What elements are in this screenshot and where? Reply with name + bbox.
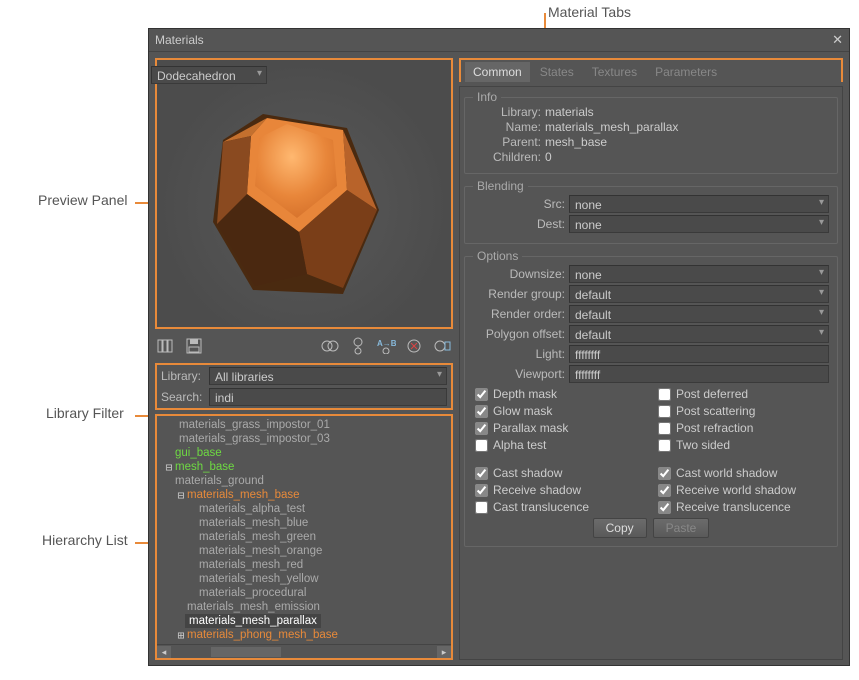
tree-item[interactable]: materials_ground: [157, 474, 451, 488]
info-name: materials_mesh_parallax: [545, 120, 678, 134]
preview-toolbar: A→B: [155, 333, 453, 359]
option-checks-1: Depth mask Post deferred Glow mask Post sca…: [475, 387, 827, 452]
search-input[interactable]: indi: [209, 388, 447, 406]
svg-text:A→B: A→B: [377, 339, 396, 348]
check-receive-translucence[interactable]: Receive translucence: [658, 500, 827, 514]
tab-textures[interactable]: Textures: [584, 62, 645, 82]
tree-item[interactable]: materials_alpha_test: [157, 502, 451, 516]
light-input[interactable]: ffffffff: [569, 345, 829, 363]
assign-icon[interactable]: [431, 335, 453, 357]
tree-item[interactable]: materials_procedural: [157, 586, 451, 600]
check-parallax-mask[interactable]: Parallax mask: [475, 421, 644, 435]
render-group-dropdown[interactable]: default: [569, 285, 829, 303]
materials-window: Materials ✕ Dodecahedron: [148, 28, 850, 666]
check-receive-shadow[interactable]: Receive shadow: [475, 483, 644, 497]
library-filter: Library: All libraries Search: indi: [155, 363, 453, 410]
polygon-offset-dropdown[interactable]: default: [569, 325, 829, 343]
check-alpha-test[interactable]: Alpha test: [475, 438, 644, 452]
viewport-input[interactable]: ffffffff: [569, 365, 829, 383]
blending-title: Blending: [473, 179, 528, 193]
library-label: Library:: [161, 369, 205, 383]
titlebar: Materials ✕: [149, 29, 849, 52]
info-parent: mesh_base: [545, 135, 607, 149]
callout-filter: Library Filter: [46, 405, 124, 421]
paste-button[interactable]: Paste: [653, 518, 710, 538]
tree-item[interactable]: materials_mesh_red: [157, 558, 451, 572]
preview-panel[interactable]: Dodecahedron: [155, 58, 453, 329]
tree-item[interactable]: ⊞materials_phong_mesh_base: [157, 628, 451, 642]
scroll-horizontal[interactable]: ◂ ▸: [157, 644, 451, 658]
tree-item[interactable]: materials_grass_impostor_03: [157, 432, 451, 446]
tree-item[interactable]: materials_mesh_emission: [157, 600, 451, 614]
shape-dropdown[interactable]: Dodecahedron: [151, 66, 267, 84]
info-library: materials: [545, 105, 594, 119]
scroll-left[interactable]: ◂: [157, 646, 171, 658]
tree-item[interactable]: ⊟materials_mesh_base: [157, 488, 451, 502]
check-post-scattering[interactable]: Post scattering: [658, 404, 827, 418]
inherit-icon[interactable]: [347, 335, 369, 357]
scroll-right[interactable]: ▸: [437, 646, 451, 658]
tree-item[interactable]: materials_mesh_green: [157, 530, 451, 544]
tree-item[interactable]: materials_mesh_orange: [157, 544, 451, 558]
check-cast-world-shadow[interactable]: Cast world shadow: [658, 466, 827, 480]
tree-item[interactable]: materials_grass_impostor_01: [157, 418, 451, 432]
window-title: Materials: [155, 33, 204, 47]
check-cast-translucence[interactable]: Cast translucence: [475, 500, 644, 514]
blend-src-dropdown[interactable]: none: [569, 195, 829, 213]
close-button[interactable]: ✕: [832, 32, 843, 48]
render-order-dropdown[interactable]: default: [569, 305, 829, 323]
delete-icon[interactable]: [403, 335, 425, 357]
check-glow-mask[interactable]: Glow mask: [475, 404, 644, 418]
downsize-dropdown[interactable]: none: [569, 265, 829, 283]
check-cast-shadow[interactable]: Cast shadow: [475, 466, 644, 480]
common-panel: Info Library:materials Name:materials_me…: [459, 86, 843, 660]
callout-tabs: Material Tabs: [548, 4, 631, 20]
check-receive-world-shadow[interactable]: Receive world shadow: [658, 483, 827, 497]
callout-preview: Preview Panel: [38, 192, 128, 208]
clone-icon[interactable]: [319, 335, 341, 357]
info-title: Info: [473, 90, 501, 104]
copy-button[interactable]: Copy: [593, 518, 647, 538]
blending-group: Blending Src:none Dest:none: [464, 186, 838, 244]
tab-states[interactable]: States: [532, 62, 582, 82]
tab-common[interactable]: Common: [465, 62, 530, 82]
tree-item[interactable]: gui_base: [157, 446, 451, 460]
tree-item[interactable]: materials_mesh_yellow: [157, 572, 451, 586]
options-group: Options Downsize:none Render group:defau…: [464, 256, 838, 547]
info-children: 0: [545, 150, 552, 164]
callout-hierarchy: Hierarchy List: [42, 532, 128, 548]
check-depth-mask[interactable]: Depth mask: [475, 387, 644, 401]
blend-dest-dropdown[interactable]: none: [569, 215, 829, 233]
info-group: Info Library:materials Name:materials_me…: [464, 97, 838, 174]
check-post-refraction[interactable]: Post refraction: [658, 421, 827, 435]
preview-shape: [193, 100, 413, 320]
tree-item[interactable]: materials_mesh_parallax: [157, 614, 451, 628]
library-icon[interactable]: [155, 335, 177, 357]
option-checks-2: Cast shadow Cast world shadow Receive shad…: [475, 466, 827, 514]
tab-parameters[interactable]: Parameters: [647, 62, 725, 82]
save-icon[interactable]: [183, 335, 205, 357]
hierarchy-panel: materials_grass_impostor_01materials_gra…: [155, 414, 453, 660]
search-label: Search:: [161, 390, 205, 404]
library-dropdown[interactable]: All libraries: [209, 367, 447, 385]
material-tabs: CommonStatesTexturesParameters: [459, 58, 843, 82]
hierarchy-tree[interactable]: materials_grass_impostor_01materials_gra…: [157, 416, 451, 644]
tree-item[interactable]: materials_mesh_blue: [157, 516, 451, 530]
tree-item[interactable]: ⊟mesh_base: [157, 460, 451, 474]
options-title: Options: [473, 249, 522, 263]
check-two-sided[interactable]: Two sided: [658, 438, 827, 452]
rename-icon[interactable]: A→B: [375, 335, 397, 357]
check-post-deferred[interactable]: Post deferred: [658, 387, 827, 401]
